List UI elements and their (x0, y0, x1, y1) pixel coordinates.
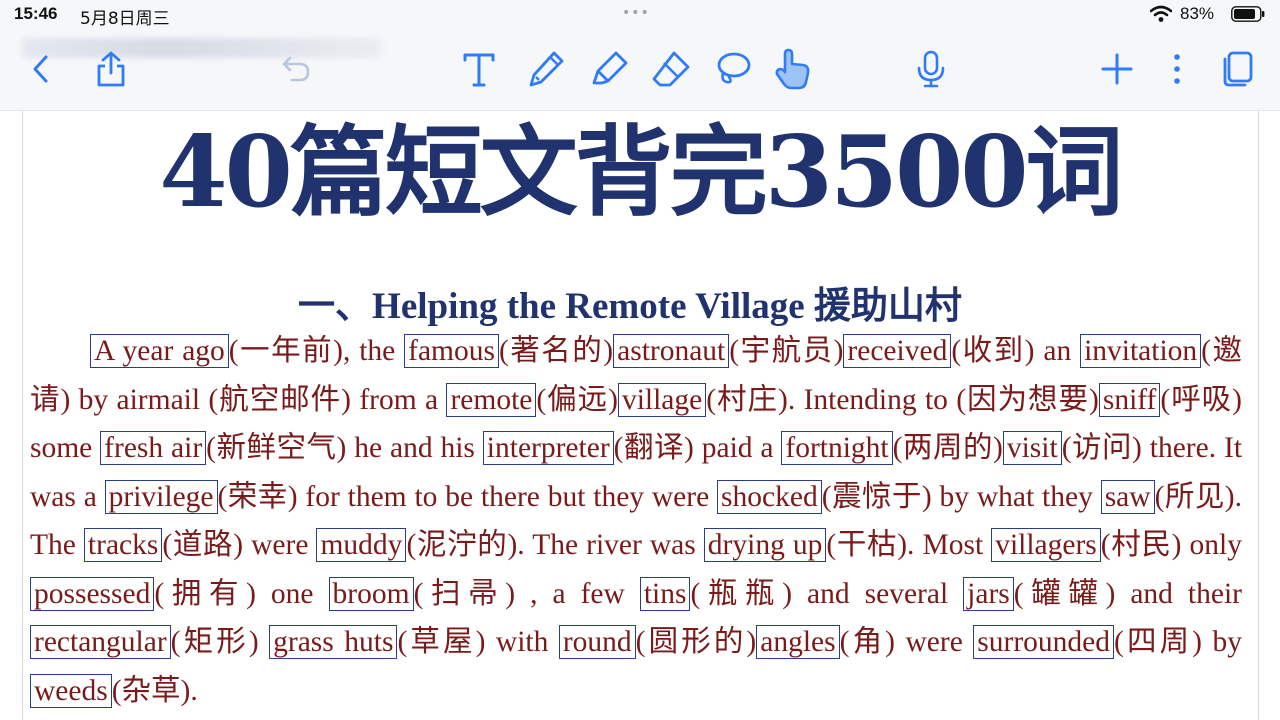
passage-text: (著名的) (498, 335, 614, 367)
vocab-keyword: muddy (316, 528, 407, 562)
vocab-keyword: tins (639, 576, 691, 611)
pages-icon (1223, 51, 1253, 87)
battery-icon (1231, 6, 1265, 22)
passage-text: (草屋) with (397, 626, 559, 658)
passage-text: (干枯). Most (826, 529, 992, 561)
hand-tool-button[interactable] (770, 46, 816, 92)
text-tool-button[interactable] (456, 46, 502, 92)
status-time: 15:46 (14, 4, 58, 23)
vocab-keyword: privilege (104, 479, 218, 514)
passage-text: (偏远) (536, 383, 618, 416)
passage-text: (扫帚) , a few (413, 577, 640, 610)
add-button[interactable] (1094, 46, 1140, 92)
passage-text: (一年前), the (228, 335, 405, 367)
share-button[interactable] (88, 46, 134, 92)
passage-text: (道路) were (162, 529, 317, 561)
passage-text: (震惊于) by what they (821, 480, 1101, 513)
microphone-icon (917, 50, 945, 88)
passage-text: (荣幸) for them to be there but they were (217, 480, 718, 513)
vocab-keyword: shocked (717, 479, 822, 514)
passage-text: (罐罐) and their (1013, 577, 1242, 610)
more-button[interactable] (1154, 46, 1200, 92)
status-bar: 15:46 5月8日周三 ••• 83% (0, 0, 1280, 29)
vocab-keyword: invitation (1080, 334, 1202, 368)
vocab-keyword: astronaut (613, 334, 730, 368)
vocab-keyword: famous (404, 334, 499, 368)
vocab-keyword: saw (1100, 479, 1155, 514)
vocab-keyword: grass huts (269, 625, 398, 659)
vocab-keyword: interpreter (482, 431, 614, 465)
toolbar (0, 28, 1280, 111)
passage-text: (矩形) (170, 626, 270, 658)
blurred-document-title (22, 38, 382, 58)
vocab-keyword: received (843, 334, 952, 368)
vocab-keyword: tracks (83, 528, 163, 562)
add-icon (1101, 53, 1133, 85)
page-title: 40篇短文背完3500词 (159, 115, 1123, 230)
passage-text: (两周的) (892, 432, 1003, 464)
vocab-keyword: surrounded (973, 625, 1115, 659)
vocab-keyword: weeds (30, 673, 112, 708)
multitask-dots[interactable]: ••• (622, 5, 650, 21)
vocab-keyword: A year ago (90, 334, 229, 368)
passage-text: (拥有) one (154, 577, 329, 610)
vocab-keyword: angles (756, 625, 840, 659)
highlighter-icon (592, 51, 628, 85)
vocab-keyword: round (558, 625, 636, 659)
wifi-icon (1150, 5, 1172, 22)
back-button[interactable] (18, 46, 64, 92)
lasso-tool-button[interactable] (710, 46, 756, 92)
vocab-keyword: possessed (30, 576, 155, 611)
eraser-tool-button[interactable] (648, 46, 694, 92)
vocab-keyword: broom (328, 576, 414, 611)
microphone-button[interactable] (908, 46, 954, 92)
passage-text: (翻译) paid a (613, 432, 782, 464)
vocab-keyword: village (617, 382, 707, 417)
text-tool-icon (463, 53, 495, 87)
pages-button[interactable] (1214, 46, 1260, 92)
undo-icon (282, 56, 310, 82)
passage-text: (角) were (839, 626, 974, 658)
passage-text: (杂草). (111, 674, 198, 707)
passage-body: A year ago (一年前), the famous (著名的) astronau… (30, 327, 1242, 715)
vocab-keyword: drying up (703, 528, 827, 562)
section-subtitle: 一、Helping the Remote Village 援助山村 (298, 286, 962, 327)
vocab-keyword: rectangular (30, 625, 171, 659)
document-page[interactable]: 40篇短文背完3500词 一、Helping the Remote Villag… (0, 111, 1280, 720)
undo-button[interactable] (272, 46, 318, 92)
vocab-keyword: fresh air (100, 431, 207, 465)
passage-text: (宇航员) (729, 335, 844, 367)
passage-text: (四周) by (1114, 626, 1242, 658)
passage-text: (村民) only (1100, 529, 1242, 561)
vocab-keyword: villagers (991, 528, 1101, 562)
passage-text: (收到) an (951, 335, 1081, 367)
vocab-keyword: visit (1002, 431, 1062, 465)
passage-text: (圆形的) (635, 626, 757, 658)
lasso-icon (717, 52, 751, 84)
status-date: 5月8日周三 (80, 9, 170, 29)
passage-text: (瓶瓶) and several (690, 577, 964, 610)
back-chevron-icon (33, 55, 48, 83)
more-icon (1174, 54, 1180, 84)
vocab-keyword: fortnight (781, 431, 893, 465)
passage-text: (村庄). Intending to (因为想要) (706, 383, 1099, 416)
highlighter-tool-button[interactable] (587, 46, 633, 92)
share-icon (97, 51, 125, 87)
passage-text: (新鲜空气) he and his (206, 432, 483, 464)
hand-pointer-icon (775, 48, 810, 90)
battery-percent: 83% (1180, 4, 1215, 23)
passage-text: (泥泞的). The river was (406, 529, 704, 561)
vocab-keyword: sniff (1098, 382, 1161, 417)
pen-icon (529, 51, 564, 87)
pen-tool-button[interactable] (523, 46, 569, 92)
vocab-keyword: remote (446, 382, 537, 417)
vocab-keyword: jars (963, 576, 1014, 611)
eraser-icon (652, 51, 690, 87)
